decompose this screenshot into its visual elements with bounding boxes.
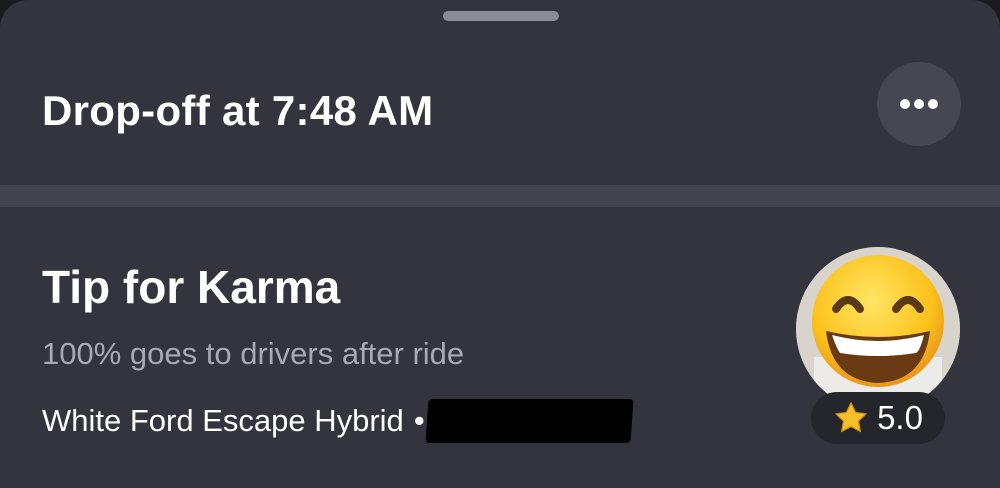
vehicle-info: White Ford Escape Hybrid • [42, 399, 634, 443]
grinning-face-emoji [796, 247, 960, 411]
driver-rating-badge: 5.0 [811, 392, 945, 444]
vehicle-separator: • [413, 403, 425, 438]
sheet-drag-handle[interactable] [443, 11, 559, 21]
driver-avatar[interactable] [796, 247, 960, 411]
star-icon [835, 402, 867, 433]
dropoff-time-title: Drop-off at 7:48 AM [42, 87, 434, 134]
vehicle-description: White Ford Escape Hybrid [42, 403, 404, 438]
more-options-button[interactable] [877, 62, 961, 146]
more-horizontal-icon [900, 99, 938, 109]
ride-details-sheet: Drop-off at 7:48 AM Tip for Karma 100% g… [0, 0, 1000, 488]
license-plate-redacted [425, 399, 634, 443]
tip-driver-title[interactable]: Tip for Karma [42, 258, 340, 316]
driver-rating-value: 5.0 [877, 399, 923, 436]
section-divider [0, 185, 1000, 207]
tip-info-subtitle: 100% goes to drivers after ride [42, 336, 465, 371]
